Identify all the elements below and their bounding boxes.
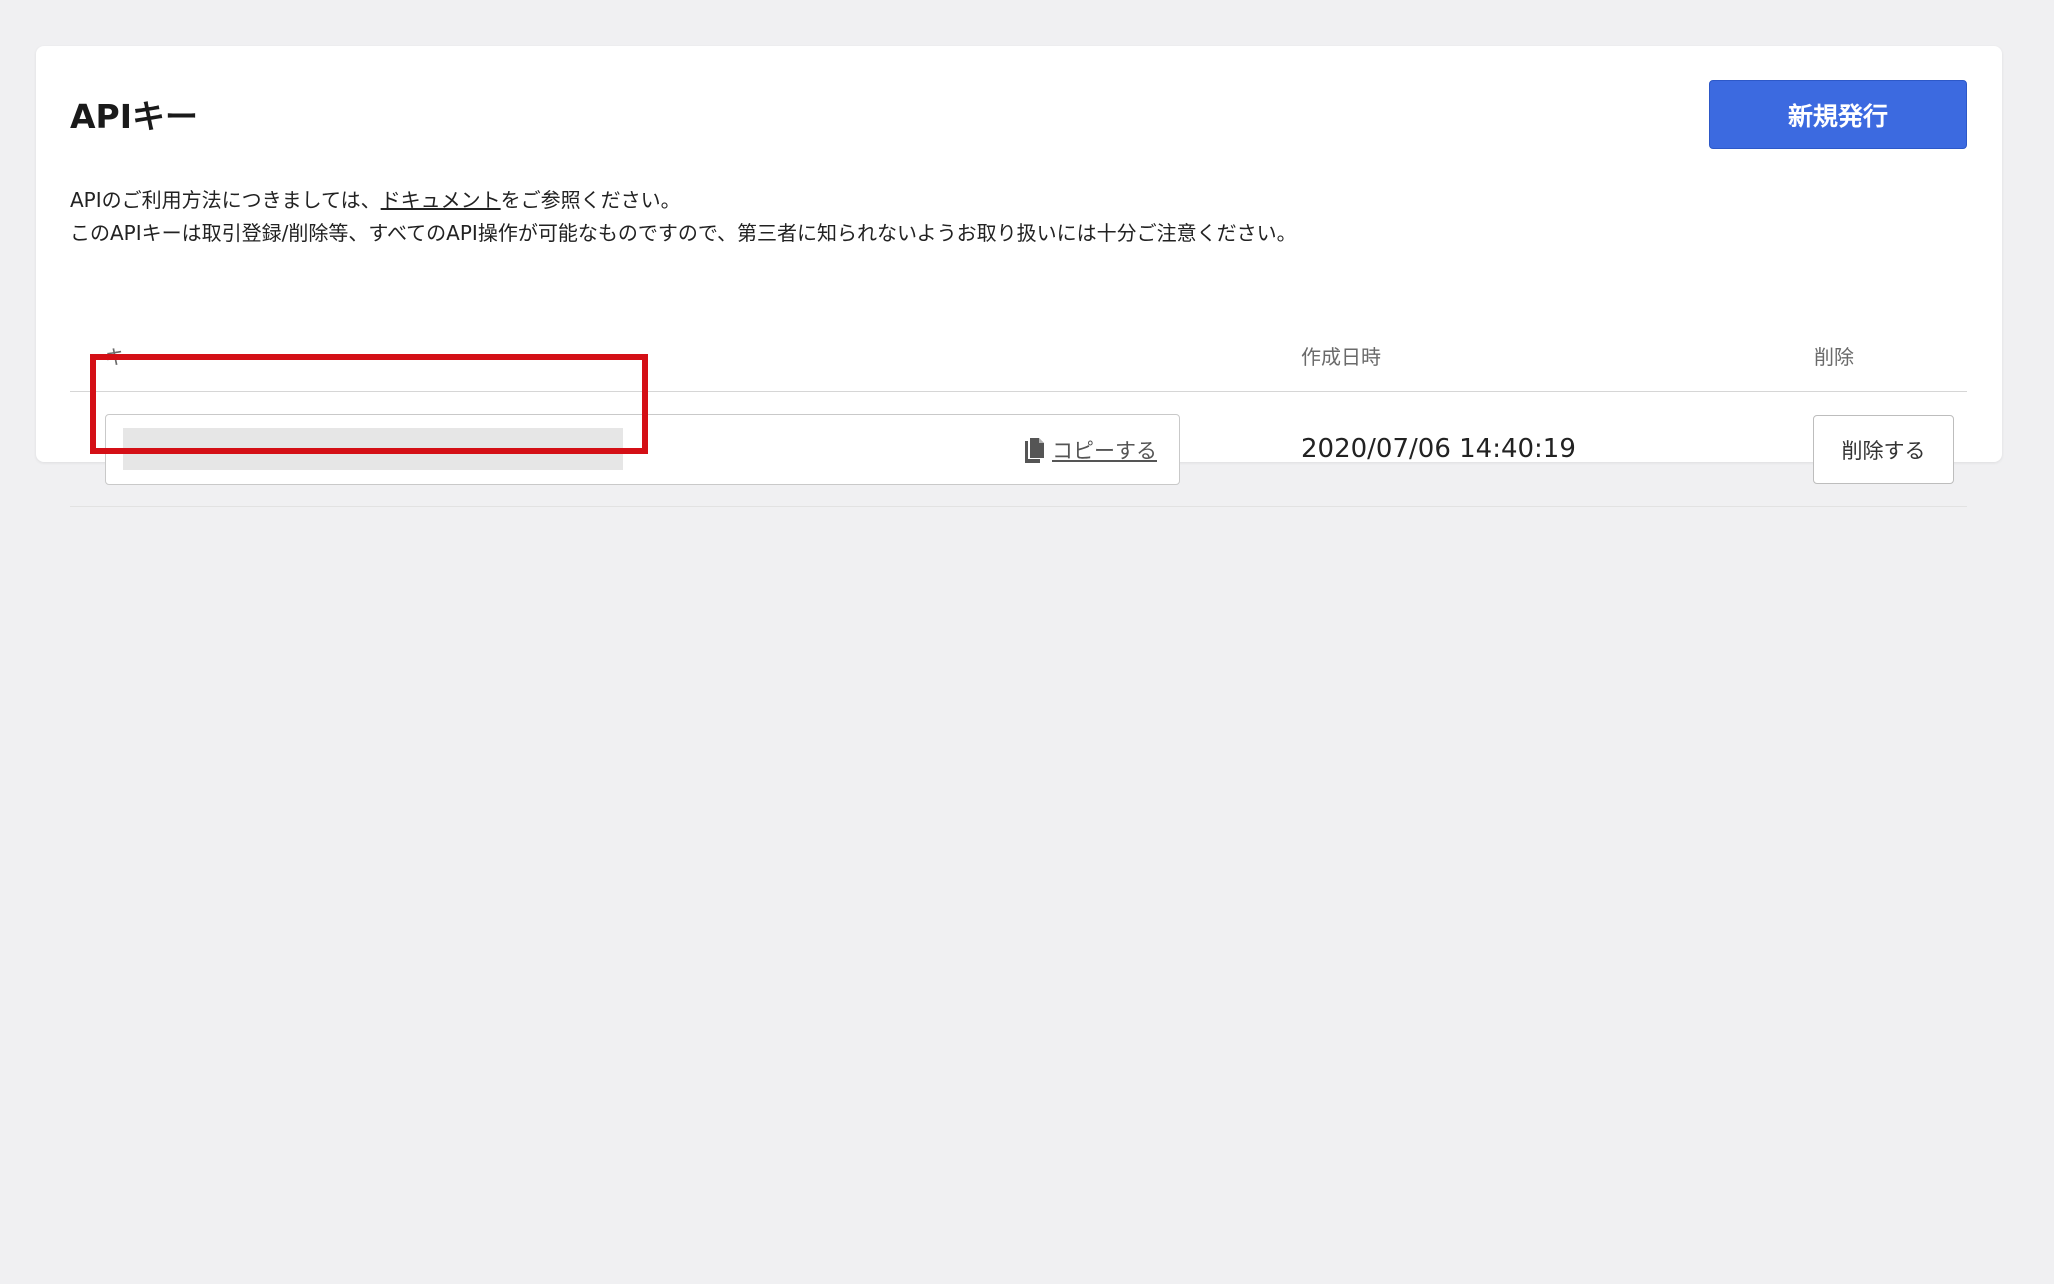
page: APIキー 新規発行 APIのご利用方法につきましては、ドキュメントをご参照くだ… xyxy=(0,0,2054,1284)
page-title: APIキー xyxy=(70,97,199,136)
description-text-after-link: をご参照ください。 xyxy=(500,188,681,212)
copy-icon xyxy=(1025,437,1044,463)
description-line-1: APIのご利用方法につきましては、ドキュメントをご参照ください。 xyxy=(70,184,1297,217)
new-issue-button[interactable]: 新規発行 xyxy=(1709,80,1967,149)
delete-button[interactable]: 削除する xyxy=(1813,415,1954,484)
copy-button-label: コピーする xyxy=(1052,439,1157,463)
api-key-table: キー 作成日時 削除 コピーする 2020/07/06 14:40:19 削除す… xyxy=(70,291,1967,507)
table-row: コピーする 2020/07/06 14:40:19 削除する xyxy=(70,392,1967,507)
api-key-card: APIキー 新規発行 APIのご利用方法につきましては、ドキュメントをご参照くだ… xyxy=(36,46,2002,507)
description: APIのご利用方法につきましては、ドキュメントをご参照ください。 このAPIキー… xyxy=(70,184,1297,250)
column-header-created-at: 作成日時 xyxy=(1301,345,1381,369)
created-at-value: 2020/07/06 14:40:19 xyxy=(1301,434,1576,464)
documentation-link[interactable]: ドキュメント xyxy=(381,188,501,212)
api-key-field[interactable]: コピーする xyxy=(105,414,1180,485)
copy-button[interactable]: コピーする xyxy=(1022,435,1157,465)
column-header-delete: 削除 xyxy=(1814,345,1854,369)
column-header-key: キー xyxy=(105,345,145,369)
description-line-2: このAPIキーは取引登録/削除等、すべてのAPI操作が可能なものですので、第三者… xyxy=(70,221,1297,245)
api-key-value-masked xyxy=(123,428,623,470)
description-text-before-link: APIのご利用方法につきましては、 xyxy=(70,188,381,212)
table-header: キー 作成日時 削除 xyxy=(70,291,1967,392)
